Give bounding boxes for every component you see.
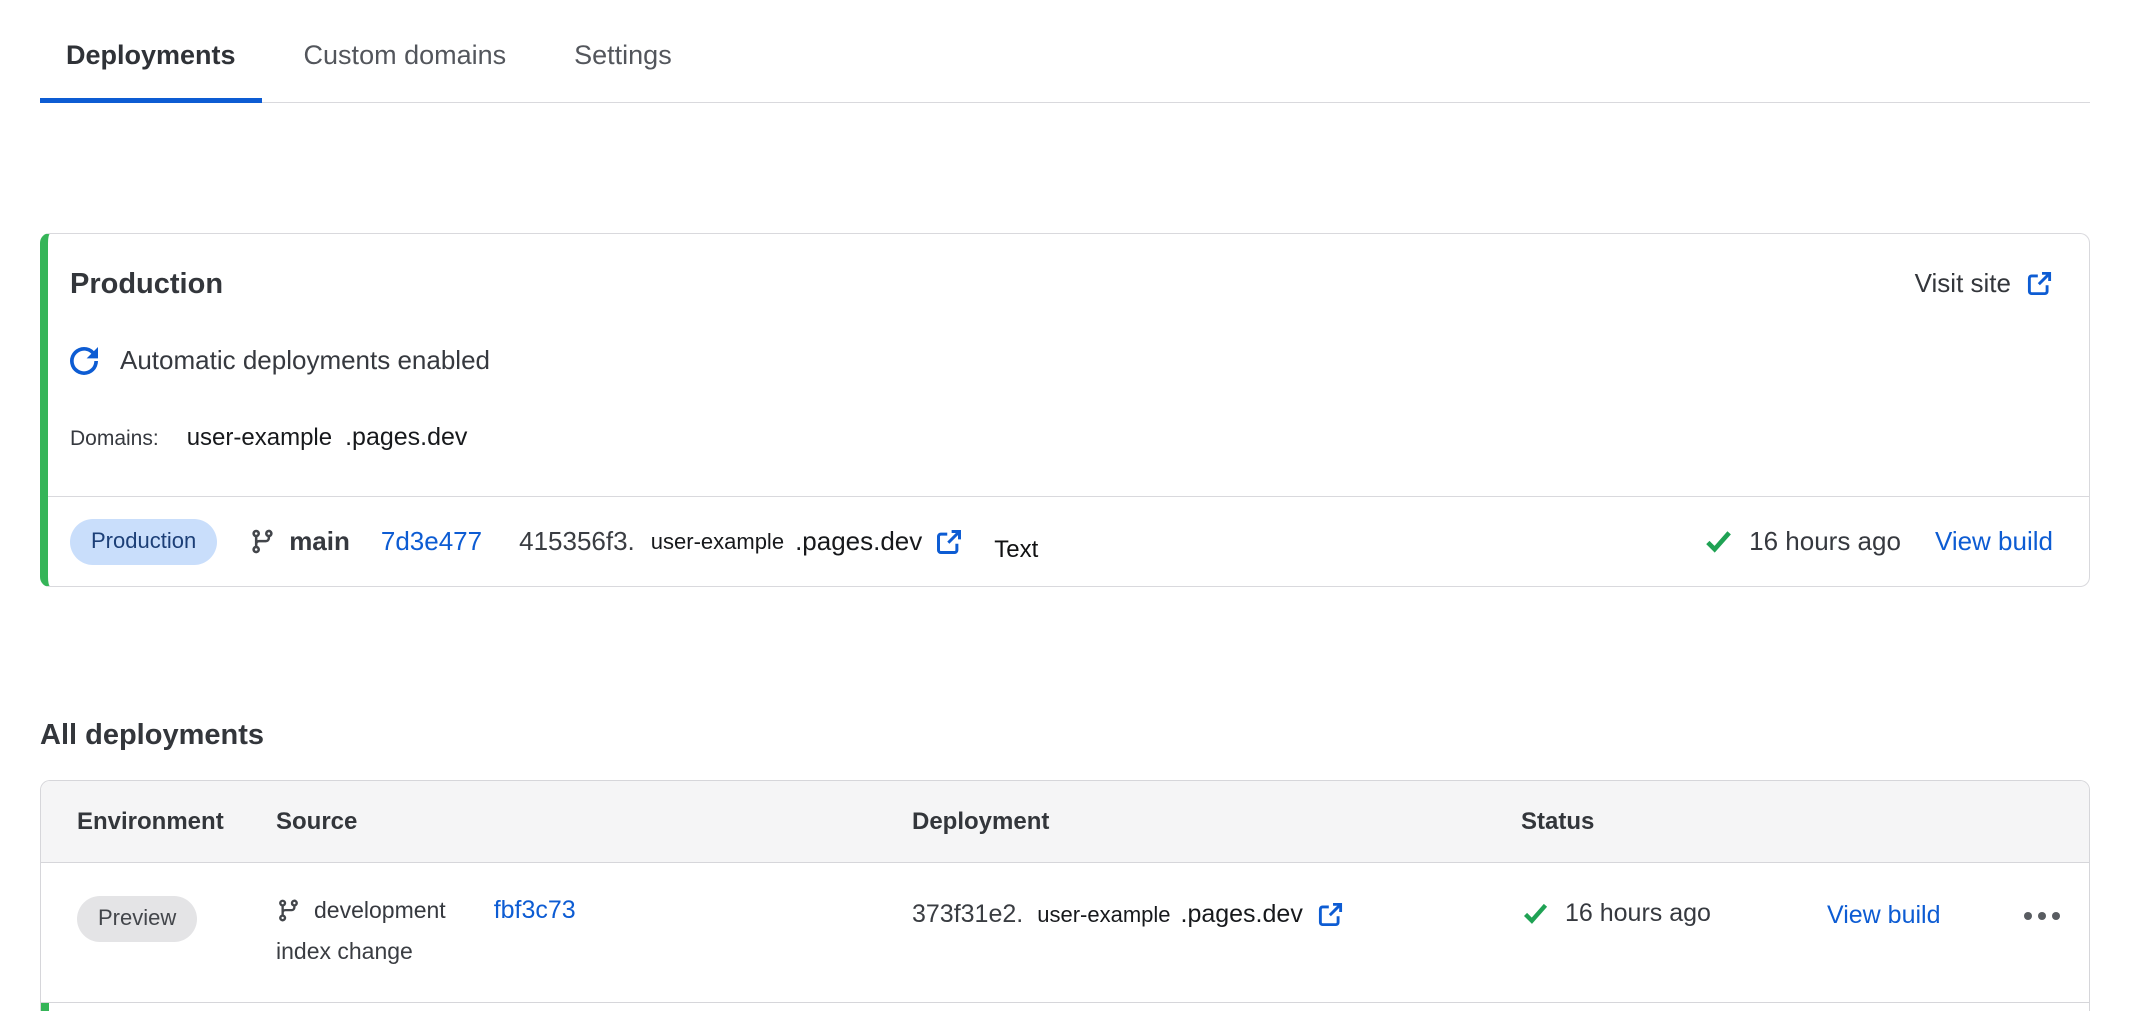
deployment-external-link[interactable]	[1317, 901, 1344, 928]
deployment-url-hash: 415356f3.	[519, 526, 635, 557]
deployment-url-name: user-example	[1037, 902, 1170, 928]
cell-menu	[1988, 896, 2089, 925]
commit-link[interactable]: 7d3e477	[381, 526, 482, 557]
domains-label: Domains:	[70, 427, 159, 451]
text-annotation: Text	[994, 536, 1038, 564]
view-build-link[interactable]: View build	[1935, 526, 2053, 557]
deployments-table: Environment Source Deployment Status Pre…	[40, 780, 2090, 1011]
commit-message: index change	[276, 938, 876, 965]
production-title: Production	[70, 268, 223, 301]
git-branch-icon	[276, 898, 301, 923]
production-deployment-row: Production main 7d3e477 415356f3. user-e…	[48, 496, 2089, 586]
branch-name: development	[314, 897, 446, 924]
cell-source: development fbf3c73 index change	[240, 896, 876, 965]
domain-name: user-example	[187, 424, 332, 452]
deployment-url-suffix: .pages.dev	[1181, 900, 1303, 929]
tab-settings[interactable]: Settings	[548, 28, 698, 102]
tab-bar: Deployments Custom domains Settings	[40, 0, 2090, 103]
production-card: Production Visit site Automatic deploym	[40, 233, 2090, 587]
next-row-partial	[41, 1003, 2089, 1011]
domain-suffix: .pages.dev	[345, 423, 467, 452]
environment-badge-production: Production	[70, 519, 217, 565]
tab-custom-domains[interactable]: Custom domains	[278, 28, 533, 102]
column-header-environment: Environment	[41, 808, 240, 836]
check-icon	[1703, 526, 1734, 557]
cell-action: View build	[1791, 896, 1988, 930]
external-link-icon	[1317, 901, 1344, 928]
deployment-url-name: user-example	[651, 529, 784, 555]
ellipsis-menu-icon[interactable]	[2024, 896, 2060, 920]
view-build-link[interactable]: View build	[1827, 896, 1941, 930]
deployment-url-hash: 373f31e2.	[912, 900, 1023, 929]
visit-site-link[interactable]: Visit site	[1915, 268, 2053, 299]
tab-deployments[interactable]: Deployments	[40, 28, 262, 102]
column-header-source: Source	[240, 808, 876, 836]
external-link-icon	[935, 528, 963, 556]
table-row: Preview development fbf3c73 index change…	[41, 863, 2089, 1003]
column-header-status: Status	[1485, 808, 1791, 836]
auto-deployments-text: Automatic deployments enabled	[120, 345, 490, 376]
deployment-external-link[interactable]	[935, 528, 963, 556]
cell-deployment: 373f31e2. user-example .pages.dev	[876, 896, 1485, 929]
column-header-deployment: Deployment	[876, 808, 1485, 836]
environment-badge-preview: Preview	[77, 896, 197, 942]
domains-row: Domains: user-example .pages.dev	[70, 423, 2053, 452]
cell-status: 16 hours ago	[1485, 896, 1791, 928]
production-card-top: Production Visit site Automatic deploym	[48, 234, 2089, 496]
deployment-url-suffix: .pages.dev	[795, 526, 922, 557]
cell-environment: Preview	[41, 896, 240, 942]
external-link-icon	[2026, 270, 2053, 297]
deployment-time: 16 hours ago	[1565, 899, 1711, 928]
visit-site-label: Visit site	[1915, 268, 2011, 299]
commit-link[interactable]: fbf3c73	[494, 896, 576, 925]
deployment-time: 16 hours ago	[1749, 526, 1901, 557]
git-branch-icon	[249, 528, 276, 555]
branch-name: main	[289, 526, 350, 557]
check-icon	[1521, 899, 1550, 928]
all-deployments-heading: All deployments	[40, 719, 2132, 752]
refresh-icon	[70, 347, 98, 375]
table-header-row: Environment Source Deployment Status	[41, 781, 2089, 863]
